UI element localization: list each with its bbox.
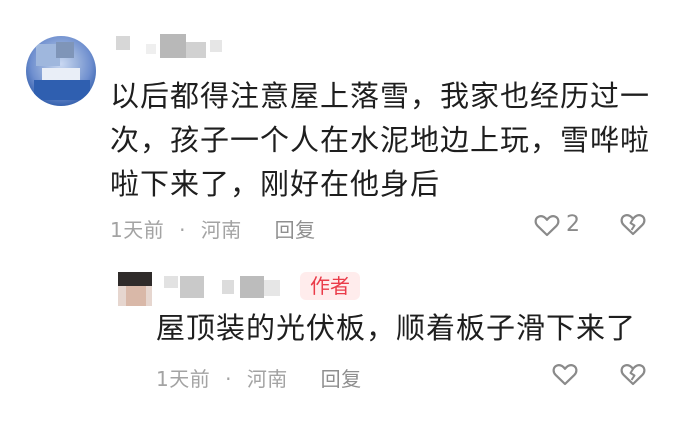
heart-outline-icon[interactable] — [552, 362, 578, 386]
author-badge: 作者 — [300, 272, 360, 300]
avatar-pixel — [118, 272, 152, 286]
blur-block — [222, 280, 234, 294]
like-count: 2 — [566, 212, 580, 237]
avatar-pixel — [56, 42, 74, 58]
comment-text: 以后都得注意屋上落雪，我家也经历过一 次，孩子一个人在水泥地边上玩，雪哗啦 啦下… — [110, 74, 670, 206]
blur-block — [116, 36, 130, 50]
heart-outline-icon — [534, 213, 560, 237]
like-button[interactable]: 2 — [534, 212, 580, 237]
blur-block — [240, 276, 264, 298]
reply-location: 河南 — [246, 367, 288, 391]
reply-button[interactable]: 回复 — [321, 367, 362, 391]
blur-block — [210, 40, 222, 52]
comment-line: 以后都得注意屋上落雪，我家也经历过一 — [110, 79, 651, 113]
meta-separator: · — [179, 218, 186, 242]
reply-avatar[interactable] — [118, 272, 152, 306]
comment-time: 1天前 — [110, 218, 165, 242]
blur-block — [146, 44, 156, 54]
reply-text: 屋顶装的光伏板，顺着板子滑下来了 — [156, 311, 637, 345]
avatar-pixel — [126, 286, 146, 306]
comment-location: 河南 — [200, 218, 242, 242]
reply-meta: 1天前 · 河南 回复 — [156, 363, 362, 392]
avatar[interactable] — [26, 36, 96, 106]
reply-button[interactable]: 回复 — [275, 218, 316, 242]
broken-heart-icon[interactable] — [620, 362, 646, 386]
broken-heart-icon[interactable] — [620, 212, 646, 236]
comment-line: 次，孩子一个人在水泥地边上玩，雪哗啦 — [110, 123, 651, 157]
blur-block — [180, 276, 204, 298]
blur-block — [186, 42, 206, 58]
blur-block — [160, 34, 186, 58]
comment-meta: 1天前 · 河南 回复 — [110, 214, 316, 243]
avatar-pixel — [34, 80, 90, 100]
meta-separator: · — [225, 367, 232, 391]
reply-time: 1天前 — [156, 367, 211, 391]
blur-block — [164, 276, 178, 288]
blur-block — [264, 280, 280, 296]
comment-line: 啦下来了，刚好在他身后 — [110, 167, 441, 201]
